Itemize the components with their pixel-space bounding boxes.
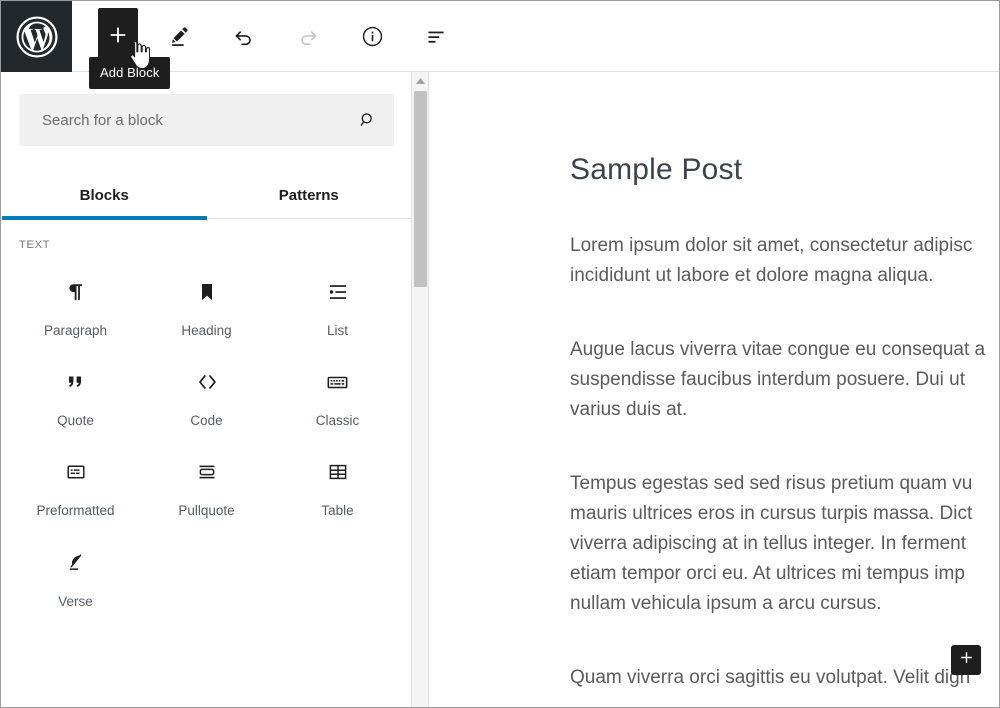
block-item-label: Pullquote — [178, 503, 235, 519]
block-inserter-panel: Blocks Patterns TEXT Paragraph — [2, 72, 412, 707]
list-view-button[interactable] — [414, 15, 458, 59]
block-item-classic[interactable]: Classic — [272, 351, 403, 441]
preformatted-icon — [64, 457, 88, 487]
paragraph-line: nullam vehicula ipsum a arcu cursus. — [570, 593, 882, 615]
block-item-quote[interactable]: Quote — [10, 351, 141, 441]
block-item-label: Table — [321, 503, 354, 519]
paragraph-line: Augue lacus viverra vitae congue eu cons… — [570, 339, 986, 361]
block-item-label: Preformatted — [36, 503, 115, 519]
paragraph-block[interactable]: Augue lacus viverra vitae congue eu cons… — [570, 291, 999, 425]
paragraph-block[interactable]: Lorem ipsum dolor sit amet, consectetur … — [570, 187, 999, 291]
block-item-list[interactable]: List — [272, 261, 403, 351]
block-inserter-button[interactable] — [951, 645, 981, 675]
search-icon — [358, 111, 377, 130]
tab-patterns[interactable]: Patterns — [207, 171, 412, 219]
block-item-pullquote[interactable]: Pullquote — [141, 441, 272, 531]
paragraph-line: mauris ultrices eros in cursus turpis ma… — [570, 503, 973, 525]
info-circle-icon — [360, 24, 385, 49]
post-title[interactable]: Sample Post — [430, 72, 999, 187]
add-block-tooltip: Add Block — [89, 57, 171, 89]
block-item-label: List — [326, 323, 348, 338]
pullquote-icon — [195, 457, 219, 487]
block-item-paragraph[interactable]: Paragraph — [10, 261, 141, 351]
undo-button[interactable] — [222, 15, 266, 59]
wordpress-logo-button[interactable] — [1, 1, 72, 72]
paragraph-line: varius duis at. — [570, 399, 688, 421]
plus-icon — [107, 24, 129, 46]
undo-arrow-icon — [231, 24, 257, 50]
add-block-button[interactable] — [98, 7, 138, 62]
keyboard-icon — [325, 367, 350, 397]
wordpress-logo-icon — [15, 15, 59, 59]
bookmark-icon — [195, 277, 219, 307]
post-content: Lorem ipsum dolor sit amet, consectetur … — [430, 187, 999, 693]
angle-brackets-icon — [194, 367, 220, 397]
edit-tool-button[interactable] — [158, 15, 202, 59]
block-item-table[interactable]: Table — [272, 441, 403, 531]
inserter-scrollbar[interactable] — [412, 72, 429, 707]
inserter-tabs: Blocks Patterns — [2, 171, 412, 220]
editor-toolbar: Add Block — [1, 1, 999, 89]
paragraph-line: incididunt ut labore et dolore magna ali… — [570, 265, 934, 287]
block-item-label: Quote — [57, 413, 94, 429]
block-item-label: Code — [190, 413, 223, 429]
paragraph-line: viverra adipiscing at in tellus integer.… — [570, 533, 967, 555]
block-item-label: Heading — [181, 323, 232, 338]
table-icon — [326, 457, 350, 487]
block-item-heading[interactable]: Heading — [141, 261, 272, 351]
block-list-scroll-region: TEXT Paragraph Heading List Quote Code C… — [2, 219, 411, 671]
block-item-preformatted[interactable]: Preformatted — [10, 441, 141, 531]
block-item-verse[interactable]: Verse — [10, 532, 141, 622]
tab-blocks-label: Blocks — [79, 186, 129, 204]
details-button[interactable] — [350, 15, 394, 59]
paragraph-line: suspendisse faucibus interdum posuere. D… — [570, 369, 966, 391]
paragraph-line: etiam tempor orci eu. At ultrices mi tem… — [570, 563, 965, 585]
scrollbar-thumb[interactable] — [414, 91, 427, 287]
paragraph-line: Lorem ipsum dolor sit amet, consectetur … — [570, 235, 973, 256]
block-item-label: Verse — [58, 593, 93, 609]
block-item-label: Paragraph — [43, 323, 108, 338]
pencil-icon — [168, 24, 193, 49]
plus-icon — [958, 649, 975, 671]
block-type-grid: Paragraph Heading List Quote Code Classi… — [2, 251, 411, 622]
paragraph-block[interactable]: Quam viverra orci sagittis eu volutpat. … — [570, 619, 999, 693]
category-label-text: TEXT — [19, 239, 51, 251]
pilcrow-icon — [64, 277, 88, 307]
list-view-icon — [423, 24, 449, 50]
paragraph-line: Quam viverra orci sagittis eu volutpat. … — [570, 667, 971, 689]
wordpress-block-editor: Add Block Blocks — [0, 0, 1000, 708]
feather-quill-icon — [64, 548, 88, 578]
search-input[interactable] — [20, 111, 393, 129]
search-field[interactable] — [19, 94, 394, 146]
search-area — [2, 72, 411, 146]
editor-canvas[interactable]: Sample Post Lorem ipsum dolor sit amet, … — [430, 72, 999, 707]
paragraph-block[interactable]: Tempus egestas sed sed risus pretium qua… — [570, 425, 999, 619]
list-icon — [326, 277, 350, 307]
redo-button[interactable] — [286, 15, 330, 59]
block-item-code[interactable]: Code — [141, 351, 272, 441]
tab-blocks[interactable]: Blocks — [2, 171, 207, 220]
redo-arrow-icon — [295, 24, 321, 50]
tab-patterns-label: Patterns — [278, 186, 339, 204]
quotation-marks-icon — [64, 367, 88, 397]
paragraph-line: Tempus egestas sed sed risus pretium qua… — [570, 473, 973, 495]
scroll-up-arrow-icon[interactable] — [412, 72, 428, 90]
block-item-label: Classic — [315, 413, 360, 429]
